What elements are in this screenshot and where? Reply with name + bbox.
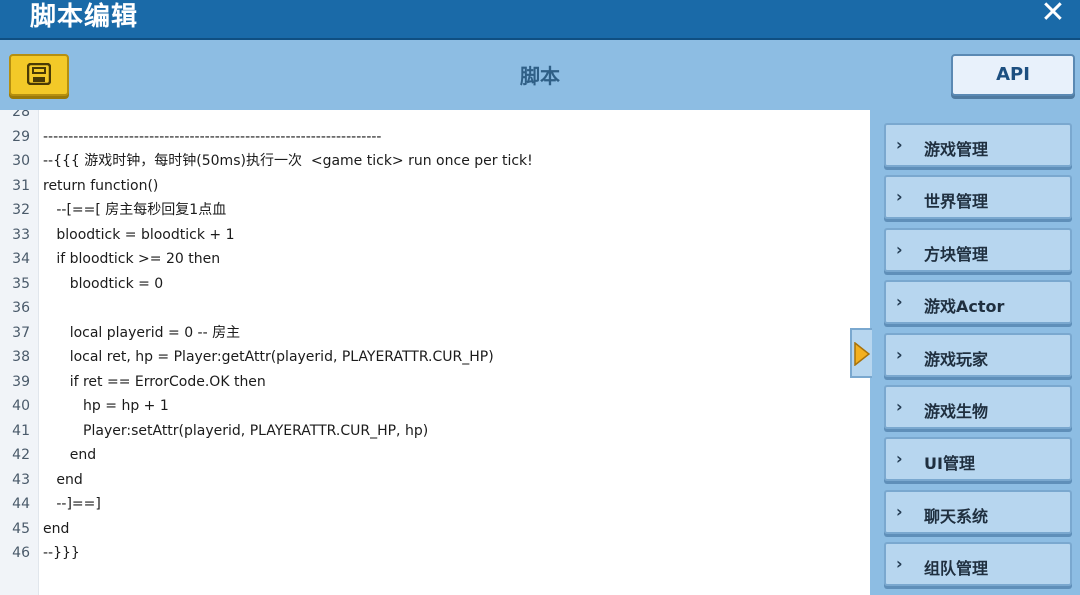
- sidebar-item-label: 游戏玩家: [924, 349, 989, 369]
- code-text: bloodtick = bloodtick + 1: [43, 226, 235, 243]
- code-text: return function(): [43, 177, 159, 194]
- api-button[interactable]: API: [951, 54, 1075, 96]
- line-number: 41: [12, 422, 30, 439]
- code-text: if bloodtick >= 20 then: [43, 251, 221, 267]
- chevron-right-icon: ›: [896, 501, 903, 521]
- code-line: 31 return function(): [0, 174, 870, 198]
- code-line: 40 hp = hp + 1: [0, 394, 870, 418]
- toolbar: 脚本 API: [0, 40, 1080, 110]
- code-line: 39 if ret == ErrorCode.OK then: [0, 370, 870, 394]
- line-number: 35: [12, 275, 30, 292]
- window-title: 脚本编辑: [30, 2, 139, 32]
- code-line: 34 if bloodtick >= 20 then: [0, 247, 870, 271]
- code-line: 42 end: [0, 443, 870, 467]
- chevron-right-icon: ›: [896, 239, 903, 259]
- code-text: if ret == ErrorCode.OK then: [43, 373, 266, 390]
- code-line: 44 --]==]: [0, 492, 870, 516]
- line-number: 29: [12, 128, 30, 145]
- close-icon: ✕: [1040, 0, 1066, 30]
- chevron-right-icon: ›: [896, 135, 903, 154]
- sidebar-item-label: 方块管理: [924, 244, 989, 264]
- sidebar-item-label: 聊天系统: [924, 506, 989, 526]
- sidebar-item-category[interactable]: › 聊天系统: [884, 489, 1072, 534]
- code-line: 30 --{{{ 游戏时钟，每时钟(50ms)执行一次 <game tick> r…: [0, 149, 870, 173]
- code-text: ----------------------------------------…: [43, 128, 382, 145]
- code-line: 41 Player:setAttr(playerid, PLAYERATTR.C…: [0, 419, 870, 443]
- code-line: 37 local playerid = 0 -- 房主: [0, 321, 870, 345]
- sidebar-item-label: 游戏生物: [924, 402, 989, 421]
- code-text: --{{{ 游戏时钟，每时钟(50ms)执行一次 <game tick> run…: [43, 153, 533, 169]
- line-number: 39: [12, 373, 30, 390]
- code-text: local playerid = 0 -- 房主: [43, 324, 241, 341]
- api-category-sidebar: › 游戏管理 › 世界管理 › 方块管理 › 游戏Actor › 游戏玩家 › 游戏生物 › UI管理 › 聊…: [872, 110, 1080, 595]
- chevron-right-icon: ›: [896, 344, 903, 364]
- line-number: 40: [12, 398, 30, 414]
- selected-category-pointer: [850, 328, 872, 378]
- code-line: 36: [0, 296, 870, 320]
- chevron-right-icon: ›: [896, 449, 903, 469]
- line-number: 28: [12, 110, 30, 120]
- sidebar-item-category[interactable]: › 世界管理: [884, 175, 1072, 220]
- code-line: 32 --[==[ 房主每秒回复1点血: [0, 198, 870, 222]
- code-line: 43 end: [0, 468, 870, 492]
- code-line: 33 bloodtick = bloodtick + 1: [0, 223, 870, 247]
- sidebar-item-category[interactable]: › 游戏管理: [884, 123, 1072, 167]
- chevron-right-icon: ›: [896, 187, 903, 207]
- line-number: 30: [12, 153, 30, 169]
- line-number: 44: [12, 496, 30, 512]
- line-number: 46: [12, 545, 30, 561]
- title-bar: 脚本编辑 ✕: [0, 0, 1080, 40]
- code-line: 35 bloodtick = 0: [0, 272, 870, 296]
- sidebar-item-category[interactable]: › 方块管理: [884, 227, 1072, 272]
- code-line: 29 --------------------------------------…: [0, 125, 870, 149]
- triangle-right-icon: [854, 342, 870, 366]
- sidebar-item-category[interactable]: › 游戏Actor: [884, 280, 1072, 325]
- chevron-right-icon: ›: [896, 554, 903, 574]
- sidebar-item-label: 游戏管理: [924, 140, 989, 159]
- line-number: 45: [12, 520, 30, 537]
- sidebar-item-label: 游戏Actor: [924, 297, 1005, 317]
- code-text: --}}}: [43, 545, 80, 561]
- sidebar-item-label: 世界管理: [924, 192, 989, 212]
- line-number: 37: [12, 324, 30, 341]
- code-text: end: [43, 520, 70, 537]
- sidebar-item-category[interactable]: › 游戏生物: [884, 385, 1072, 429]
- sidebar-item-label: UI管理: [924, 454, 975, 474]
- code-text: hp = hp + 1: [43, 398, 169, 414]
- line-number: 42: [12, 447, 30, 463]
- line-number: 31: [12, 177, 30, 194]
- line-number: 43: [12, 471, 30, 488]
- line-number: 34: [12, 251, 30, 267]
- code-line: 46 --}}}: [0, 541, 870, 565]
- line-number: 32: [12, 202, 30, 218]
- code-text: --]==]: [43, 496, 101, 512]
- sidebar-item-category[interactable]: › UI管理: [884, 437, 1072, 482]
- sidebar-item-category[interactable]: › 组队管理: [884, 542, 1072, 587]
- code-text: local ret, hp = Player:getAttr(playerid,…: [43, 349, 494, 365]
- code-line: 28: [0, 110, 870, 124]
- sidebar-item-label: 组队管理: [924, 559, 989, 579]
- chevron-right-icon: ›: [896, 292, 903, 312]
- code-text: Player:setAttr(playerid, PLAYERATTR.CUR_…: [43, 422, 429, 439]
- code-text: bloodtick = 0: [43, 275, 164, 292]
- line-number: 33: [12, 226, 30, 243]
- code-text: --[==[ 房主每秒回复1点血: [43, 202, 227, 218]
- sidebar-item-category[interactable]: › 游戏玩家: [884, 332, 1072, 377]
- line-number: 38: [12, 349, 30, 365]
- code-editor[interactable]: 28 29 ------------------------------------…: [0, 110, 870, 595]
- close-button[interactable]: ✕: [1038, 0, 1068, 28]
- code-line: 45 end: [0, 517, 870, 541]
- line-number: 36: [12, 300, 30, 316]
- page-title: 脚本: [520, 64, 560, 88]
- code-text: end: [43, 447, 97, 463]
- code-line: 38 local ret, hp = Player:getAttr(player…: [0, 345, 870, 369]
- code-text: end: [43, 471, 83, 488]
- chevron-right-icon: ›: [896, 397, 903, 416]
